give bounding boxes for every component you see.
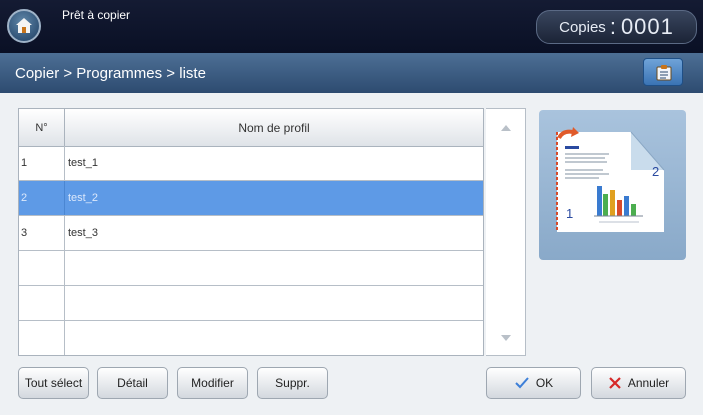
delete-label: Suppr. — [275, 376, 310, 390]
select-all-button[interactable]: Tout sélect — [18, 367, 89, 399]
breadcrumb-bar: Copier > Programmes > liste — [0, 53, 703, 93]
job-list-button[interactable] — [643, 58, 683, 86]
copy-preview: 2 1 — [539, 110, 686, 260]
table-row[interactable] — [19, 286, 483, 321]
ok-button[interactable]: OK — [486, 367, 581, 399]
preview-page-2: 2 — [652, 164, 659, 179]
row-number — [19, 286, 65, 320]
table-row[interactable] — [19, 251, 483, 286]
table-row[interactable] — [19, 321, 483, 356]
row-number: 1 — [19, 146, 65, 180]
chevron-up-icon — [501, 125, 511, 131]
table-row[interactable]: 1 test_1 — [19, 146, 483, 181]
copies-counter[interactable]: Copies : 0001 — [536, 10, 697, 44]
modify-label: Modifier — [191, 376, 234, 390]
select-all-label: Tout sélect — [24, 376, 83, 390]
column-header-profile-name: Nom de profil — [238, 120, 310, 135]
close-icon — [609, 377, 621, 389]
table-header: N° Nom de profil — [19, 109, 483, 147]
delete-button[interactable]: Suppr. — [257, 367, 328, 399]
chevron-down-icon — [501, 335, 511, 341]
scroll-down-button[interactable] — [494, 327, 518, 349]
check-icon — [515, 377, 529, 389]
cancel-label: Annuler — [627, 376, 670, 390]
cancel-button[interactable]: Annuler — [591, 367, 686, 399]
top-bar: Prêt à copier Copies : 0001 — [0, 0, 703, 53]
detail-button[interactable]: Détail — [97, 367, 168, 399]
row-number — [19, 321, 65, 355]
ok-label: OK — [535, 376, 554, 390]
table-scrollbar[interactable] — [486, 108, 526, 356]
row-profile-name — [65, 251, 486, 285]
row-number — [19, 251, 65, 285]
row-number: 2 — [19, 181, 65, 215]
preview-page-1: 1 — [566, 206, 573, 221]
row-number: 3 — [19, 216, 65, 250]
home-icon — [16, 18, 32, 33]
clipboard-icon — [656, 65, 672, 81]
scroll-up-button[interactable] — [494, 117, 518, 139]
profile-table: N° Nom de profil 1 test_1 2 test_2 3 tes… — [18, 108, 484, 356]
copies-label: Copies — [559, 18, 606, 36]
breadcrumb: Copier > Programmes > liste — [15, 65, 206, 82]
row-profile-name: test_1 — [68, 157, 98, 169]
row-profile-name: test_3 — [68, 227, 98, 239]
row-profile-name — [65, 321, 486, 355]
copies-separator: : — [609, 14, 617, 39]
detail-label: Détail — [117, 376, 148, 390]
column-header-number: N° — [19, 109, 65, 146]
modify-button[interactable]: Modifier — [177, 367, 248, 399]
copies-value: 0001 — [620, 14, 674, 39]
status-text: Prêt à copier — [62, 8, 131, 22]
row-profile-name — [65, 286, 486, 320]
table-row[interactable]: 3 test_3 — [19, 216, 483, 251]
table-row-selected[interactable]: 2 test_2 — [19, 181, 483, 216]
row-profile-name: test_2 — [68, 192, 98, 204]
document-preview-illustration: 2 1 — [556, 127, 665, 232]
home-button[interactable] — [7, 9, 41, 43]
